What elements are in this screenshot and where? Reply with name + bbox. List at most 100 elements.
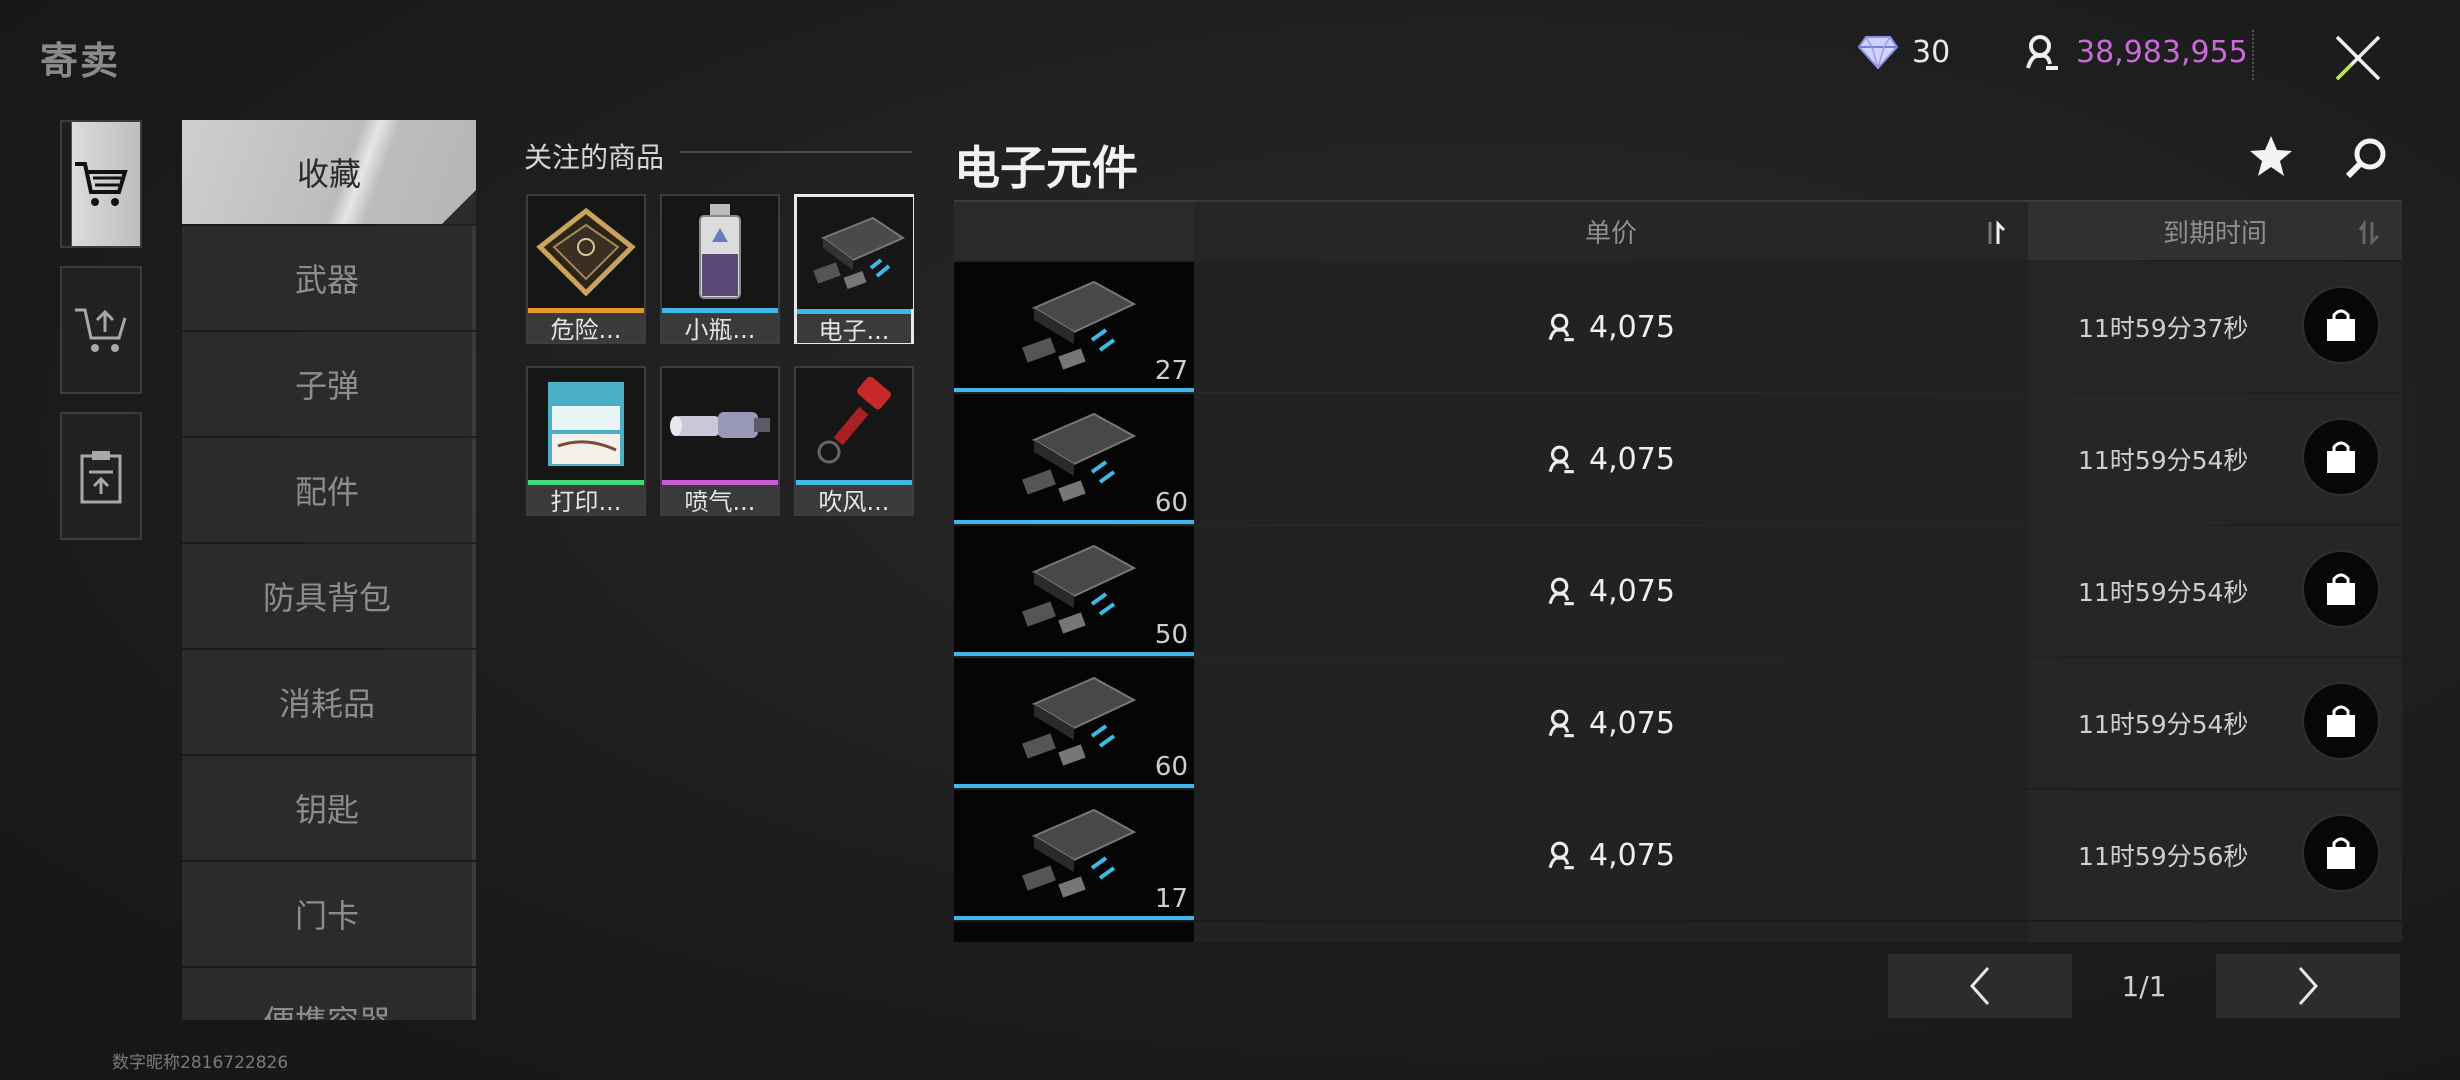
rarity-bar (954, 652, 1194, 656)
category-armor-backpack[interactable]: 防具背包 (182, 544, 476, 648)
category-containers[interactable]: 便携容器 (182, 968, 476, 1020)
coin-icon (1548, 313, 1574, 342)
coin-icon (1548, 841, 1574, 870)
listing-expire: 11时59分56秒 (2028, 790, 2402, 920)
buy-button[interactable] (2302, 418, 2380, 496)
jet-nozzle-icon (670, 412, 770, 438)
rarity-bar (954, 784, 1194, 788)
category-favorites[interactable]: 收藏 (182, 120, 476, 224)
gem-balance: 30 (1858, 30, 1950, 74)
paper-pack-icon (548, 382, 624, 466)
shopping-bag-icon (2327, 309, 2355, 341)
sort-icon (2358, 220, 2380, 246)
coin-icon (1548, 577, 1574, 606)
item-title: 电子元件 (954, 141, 1138, 195)
category-keys[interactable]: 钥匙 (182, 756, 476, 860)
vial-icon (699, 204, 741, 299)
buy-button[interactable] (2302, 550, 2380, 628)
listing-quantity: 60 (1154, 488, 1188, 518)
rail-orders-tab[interactable] (60, 412, 142, 540)
listing-price: 4,075 (1194, 790, 2028, 920)
hairdryer-icon (817, 376, 891, 464)
cart-icon (75, 162, 128, 206)
favorite-item-jet[interactable]: 喷气... (660, 366, 780, 516)
buy-button[interactable] (2302, 814, 2380, 892)
item-label: 危险... (528, 313, 644, 342)
buy-button[interactable] (2302, 286, 2380, 364)
rail-sell-tab[interactable] (60, 266, 142, 394)
listing-quantity: 17 (1154, 884, 1188, 914)
coin-icon (1548, 445, 1574, 474)
close-icon (2335, 35, 2381, 81)
listing-thumbnail: 50 (954, 526, 1194, 656)
favorite-item-hairdryer[interactable]: 吹风... (794, 366, 914, 516)
listing-thumbnail: 60 (954, 394, 1194, 524)
item-thumbnail (528, 196, 644, 308)
favorite-item-printer-paper[interactable]: 打印... (526, 366, 646, 516)
price-value: 4,075 (1589, 705, 1675, 741)
prev-page-button[interactable] (1888, 954, 2072, 1018)
listing-expire (2028, 922, 2402, 942)
listing-expire: 11时59分54秒 (2028, 658, 2402, 788)
search-button[interactable] (2344, 136, 2388, 184)
item-thumbnail (796, 368, 912, 480)
listing-quantity: 27 (1154, 356, 1188, 386)
listing-quantity: 50 (1154, 620, 1188, 650)
page-indicator: 1/1 (2121, 969, 2167, 1003)
chevron-right-icon (2298, 967, 2319, 1005)
close-button[interactable] (2318, 18, 2398, 98)
rarity-bar (954, 388, 1194, 392)
favorite-item-hazard[interactable]: 危险... (526, 194, 646, 344)
shopping-bag-icon (2327, 837, 2355, 869)
expire-value: 11时59分54秒 (2078, 446, 2249, 475)
rarity-bar (954, 520, 1194, 524)
item-label: 吹风... (796, 485, 912, 514)
item-label: 电子... (797, 314, 911, 343)
table-header: 单价 到期时间 (954, 200, 2402, 260)
price-value: 4,075 (1589, 441, 1675, 477)
listing-expire: 11时59分54秒 (2028, 394, 2402, 524)
listing-quantity: 60 (1154, 752, 1188, 782)
coin-value: 38,983,955 (2076, 34, 2248, 70)
listing-thumbnail: 27 (954, 262, 1194, 392)
item-label: 打印... (528, 485, 644, 514)
table-row: 60 4,075 11时59分54秒 (954, 658, 2402, 788)
expire-value: 11时59分37秒 (2078, 314, 2249, 343)
table-row: 60 4,075 11时59分54秒 (954, 394, 2402, 524)
next-page-button[interactable] (2216, 954, 2400, 1018)
favorite-item-vial[interactable]: 小瓶... (660, 194, 780, 344)
search-icon (2345, 138, 2386, 179)
category-weapons[interactable]: 武器 (182, 226, 476, 330)
item-label: 喷气... (662, 485, 778, 514)
category-ammo[interactable]: 子弹 (182, 332, 476, 436)
price-column-header[interactable]: 单价 (1194, 202, 2028, 260)
window-title: 寄卖 (40, 39, 121, 83)
expire-column-header[interactable]: 到期时间 (2028, 202, 2402, 260)
listing-price: 4,075 (1194, 394, 2028, 524)
shopping-bag-icon (2327, 705, 2355, 737)
category-keycards[interactable]: 门卡 (182, 862, 476, 966)
favorite-item-electronics[interactable]: 电子... (794, 194, 914, 344)
sort-icon (1988, 220, 2006, 244)
category-attachments[interactable]: 配件 (182, 438, 476, 542)
expire-value: 11时59分54秒 (2078, 710, 2249, 739)
hazard-box-icon (536, 207, 636, 297)
expire-value: 11时59分54秒 (2078, 578, 2249, 607)
item-label: 小瓶... (662, 313, 778, 342)
gem-value: 30 (1912, 34, 1951, 70)
listing-price: 4,075 (1194, 526, 2028, 656)
diamond-icon (1858, 36, 1898, 69)
category-consumables[interactable]: 消耗品 (182, 650, 476, 754)
listing-thumbnail (954, 922, 1194, 942)
listing-price: 4,075 (1194, 262, 2028, 392)
rarity-bar (954, 916, 1194, 920)
buy-button[interactable] (2302, 682, 2380, 760)
price-value: 4,075 (1589, 309, 1675, 345)
table-row: 17 4,075 11时59分56秒 (954, 790, 2402, 920)
listing-thumbnail: 17 (954, 790, 1194, 920)
favorite-button[interactable] (2248, 134, 2294, 182)
rail-market-tab[interactable] (60, 120, 142, 248)
chevron-left-icon (1969, 967, 1990, 1005)
listing-table: 27 4,075 11时59分37秒 60 4,075 11时59分54秒 50… (954, 262, 2402, 942)
listing-thumbnail: 60 (954, 658, 1194, 788)
